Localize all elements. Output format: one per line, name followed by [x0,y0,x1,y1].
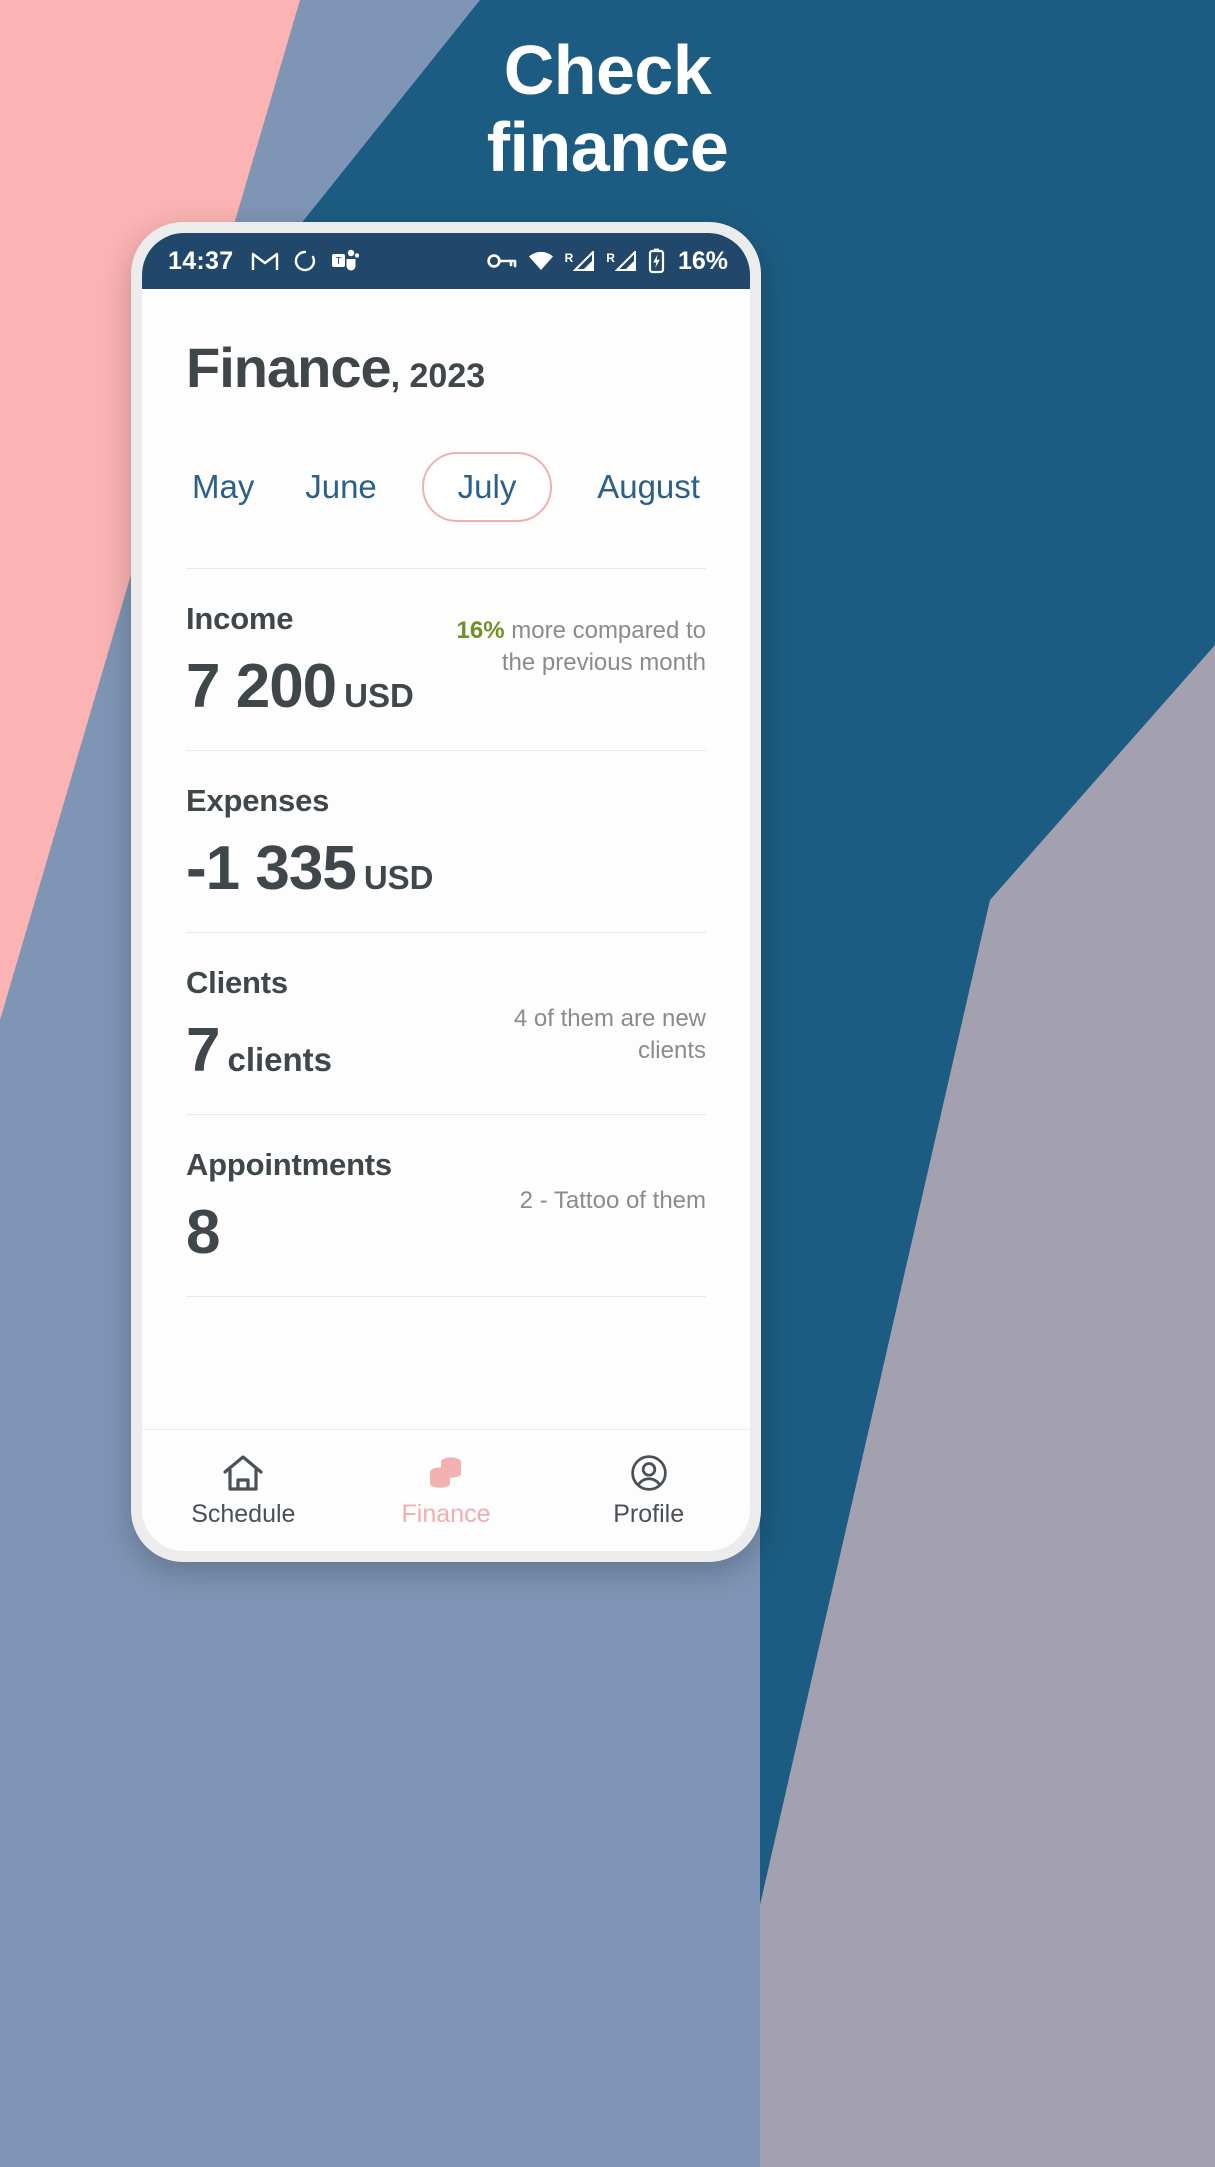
divider [186,1296,706,1297]
account-circle-icon [630,1454,667,1491]
metric-appointments-label: Appointments [186,1147,392,1182]
status-time: 14:37 [168,246,234,275]
nav-label-profile: Profile [613,1499,685,1528]
metric-expenses-label: Expenses [186,783,330,818]
bottom-navigation: Schedule Finance Profile [142,1429,750,1551]
metric-expenses-number: -1 335 [186,834,357,903]
metric-income-note-rest: more compared to the previous month [501,617,706,677]
app-content: Finance , 2023 May June July August Inco… [142,289,750,1429]
sync-icon [295,250,316,272]
month-tab-august[interactable]: August [591,454,706,520]
metric-income: Income 7 200 USD 16% more compared to th… [186,569,706,750]
month-tab-july[interactable]: July [421,452,553,522]
battery-charging-icon [648,248,665,274]
vpn-key-icon [486,254,516,268]
hero-line-1: Check [503,31,712,109]
page-title-main: Finance [186,336,392,399]
signal-roaming-1-icon: R [565,251,596,271]
hero-heading: Check finance [0,32,1215,186]
nav-item-schedule[interactable]: Schedule [142,1453,345,1529]
month-tab-may[interactable]: May [186,454,260,520]
phone-screen: 14:37 T R R 16% Finance , 2023 May June … [142,233,750,1551]
metric-clients: Clients 7 clients 4 of them are new clie… [186,933,706,1114]
metric-clients-unit: clients [227,1041,333,1078]
metric-expenses-value: -1 335 USD [186,833,706,904]
status-right-icons: R R 16% [486,246,728,276]
page-title-year: , 2023 [390,357,486,395]
teams-icon: T [332,249,360,271]
home-icon [223,1454,263,1491]
metric-income-number: 7 200 [186,652,337,721]
metric-clients-label: Clients [186,965,288,1000]
metric-appointments-note: 2 - Tattoo of them [519,1187,706,1214]
metric-appointments: Appointments 8 2 - Tattoo of them [186,1115,706,1296]
phone-mockup: 14:37 T R R 16% Finance , 2023 May June … [131,222,761,1562]
screenshot-canvas: Check finance 14:37 T R R 16% Finance , … [0,0,1215,2167]
metric-income-note: 16% more compared to the previous month [456,615,706,680]
month-selector: May June July August [186,452,706,522]
metric-expenses: Expenses -1 335 USD [186,751,706,932]
hero-line-2: finance [486,108,729,186]
signal-roaming-2-icon: R [606,251,637,271]
coins-icon [430,1456,461,1488]
svg-text:T: T [336,256,342,267]
nav-label-schedule: Schedule [191,1499,296,1528]
nav-label-finance: Finance [401,1499,491,1528]
metric-clients-number: 7 [186,1016,220,1085]
metric-income-note-highlight: 16% [456,617,505,644]
nav-item-finance[interactable]: Finance [345,1453,548,1529]
nav-item-profile[interactable]: Profile [547,1453,750,1529]
month-tab-june[interactable]: June [299,454,383,520]
page-title: Finance , 2023 [186,335,706,400]
status-left-icons: T [251,249,360,273]
status-bar: 14:37 T R R 16% [142,233,750,289]
metric-appointments-number: 8 [186,1198,220,1267]
metric-income-unit: USD [344,677,414,714]
gmail-icon [252,252,279,270]
metric-clients-note: 4 of them are new clients [513,1005,706,1065]
battery-percent: 16% [677,246,728,275]
metric-expenses-unit: USD [363,859,434,896]
wifi-icon [528,251,553,270]
